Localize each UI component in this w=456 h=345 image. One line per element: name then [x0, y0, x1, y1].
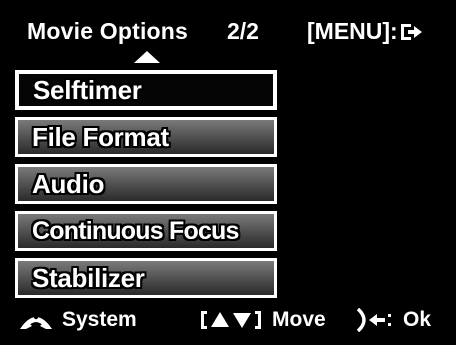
menu-item-selftimer[interactable]: Selftimer	[15, 70, 277, 110]
menu-item-file-format[interactable]: File Format	[15, 117, 277, 157]
menu-item-label: Continuous Focus	[32, 216, 240, 245]
menu-item-stabilizer[interactable]: Stabilizer	[15, 258, 277, 298]
menu-header: Movie Options 2/2 [MENU]:	[0, 0, 456, 63]
system-wheel-icon	[20, 314, 52, 329]
page-indicator: 2/2	[227, 18, 259, 44]
menu-title: Movie Options	[27, 18, 189, 44]
triangle-up-icon[interactable]	[133, 50, 161, 64]
button-hints-bar: System Move Ok	[0, 298, 456, 345]
menu-item-audio[interactable]: Audio	[15, 164, 277, 204]
move-label: Move	[272, 308, 326, 331]
menu-item-label: Audio	[31, 168, 105, 199]
up-down-brackets-icon	[201, 311, 261, 329]
menu-item-label: Selftimer	[33, 74, 143, 105]
ok-label: Ok	[403, 308, 432, 331]
camera-menu-screen: Movie Options 2/2 [MENU]: Selftimer File…	[0, 0, 456, 345]
menu-item-label: File Format	[32, 121, 170, 152]
system-label: System	[62, 308, 137, 331]
dial-arrow-icon	[356, 308, 391, 332]
move-hint: Move	[198, 308, 326, 332]
menu-exit-hint[interactable]: [MENU]:	[307, 18, 424, 45]
menu-list: Selftimer File Format Audio Continuous F…	[15, 70, 277, 305]
exit-arrow-icon	[400, 23, 422, 40]
system-hint[interactable]: System	[18, 308, 137, 332]
menu-hint-label: [MENU]:	[307, 18, 398, 44]
menu-item-continuous-focus[interactable]: Continuous Focus	[15, 211, 277, 251]
ok-hint[interactable]: Ok	[355, 308, 431, 332]
menu-item-label: Stabilizer	[32, 262, 146, 293]
